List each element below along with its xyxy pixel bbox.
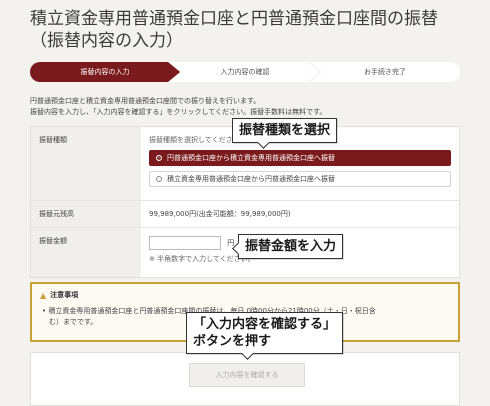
transfer-option-to-yen-label: 積立資金専用普通預金口座から円普通預金口座へ振替 <box>167 175 335 183</box>
balance-value: 99,989,000円(出金可能額：99,989,000円) <box>149 210 291 218</box>
callout-enter-amount: 振替金額を入力 <box>238 234 344 259</box>
callout-press-button-line2: ボタンを押す <box>193 334 272 349</box>
radio-selected-icon <box>156 155 162 161</box>
confirm-input-button[interactable]: 入力内容を確認する <box>189 363 305 387</box>
amount-label: 振替金額 <box>31 228 141 277</box>
notice-title: 注意事項 <box>50 291 79 299</box>
step-confirm: 入力内容の確認 <box>170 62 320 82</box>
balance-row: 振替元残高 99,989,000円(出金可能額：99,989,000円) <box>31 201 459 228</box>
callout-press-button-line1: 「入力内容を確認する」 <box>193 317 337 332</box>
transfer-option-to-yen[interactable]: 積立資金専用普通預金口座から円普通預金口座へ振替 <box>149 171 451 187</box>
balance-label: 振替元残高 <box>31 201 141 227</box>
callout-select-type: 振替種類を選択 <box>232 118 338 143</box>
transfer-option-to-savings[interactable]: 円普通預金口座から積立資金専用普通預金口座へ振替 <box>149 150 451 166</box>
step-complete: お手続き完了 <box>310 62 460 82</box>
step-input: 振替内容の入力 <box>30 62 180 82</box>
transfer-type-label: 振替種類 <box>31 127 141 200</box>
page-title: 積立資金専用普通預金口座と円普通預金口座間の振替 （振替内容の入力） <box>30 8 470 52</box>
page-title-line1: 積立資金専用普通預金口座と円普通預金口座間の振替 <box>30 9 438 29</box>
warning-icon: ▲ <box>40 290 47 300</box>
intro-line2: 振替内容を入力し、「入力内容を確認する」をクリックしてください。振替手数料は無料… <box>30 108 327 116</box>
intro-text: 円普通預金口座と積立資金専用普通預金口座間での振り替えを行います。 振替内容を入… <box>30 96 460 118</box>
page-title-line2: （振替内容の入力） <box>30 31 183 51</box>
submit-area: 入力内容を確認する <box>30 352 460 406</box>
transfer-option-to-savings-label: 円普通預金口座から積立資金専用普通預金口座へ振替 <box>167 154 335 162</box>
callout-press-button: 「入力内容を確認する」 ボタンを押す <box>186 312 344 354</box>
radio-unselected-icon <box>156 176 162 182</box>
intro-line1: 円普通預金口座と積立資金専用普通預金口座間での振り替えを行います。 <box>30 97 261 105</box>
progress-steps: 振替内容の入力 入力内容の確認 お手続き完了 <box>30 62 460 82</box>
amount-input[interactable] <box>149 236 221 250</box>
